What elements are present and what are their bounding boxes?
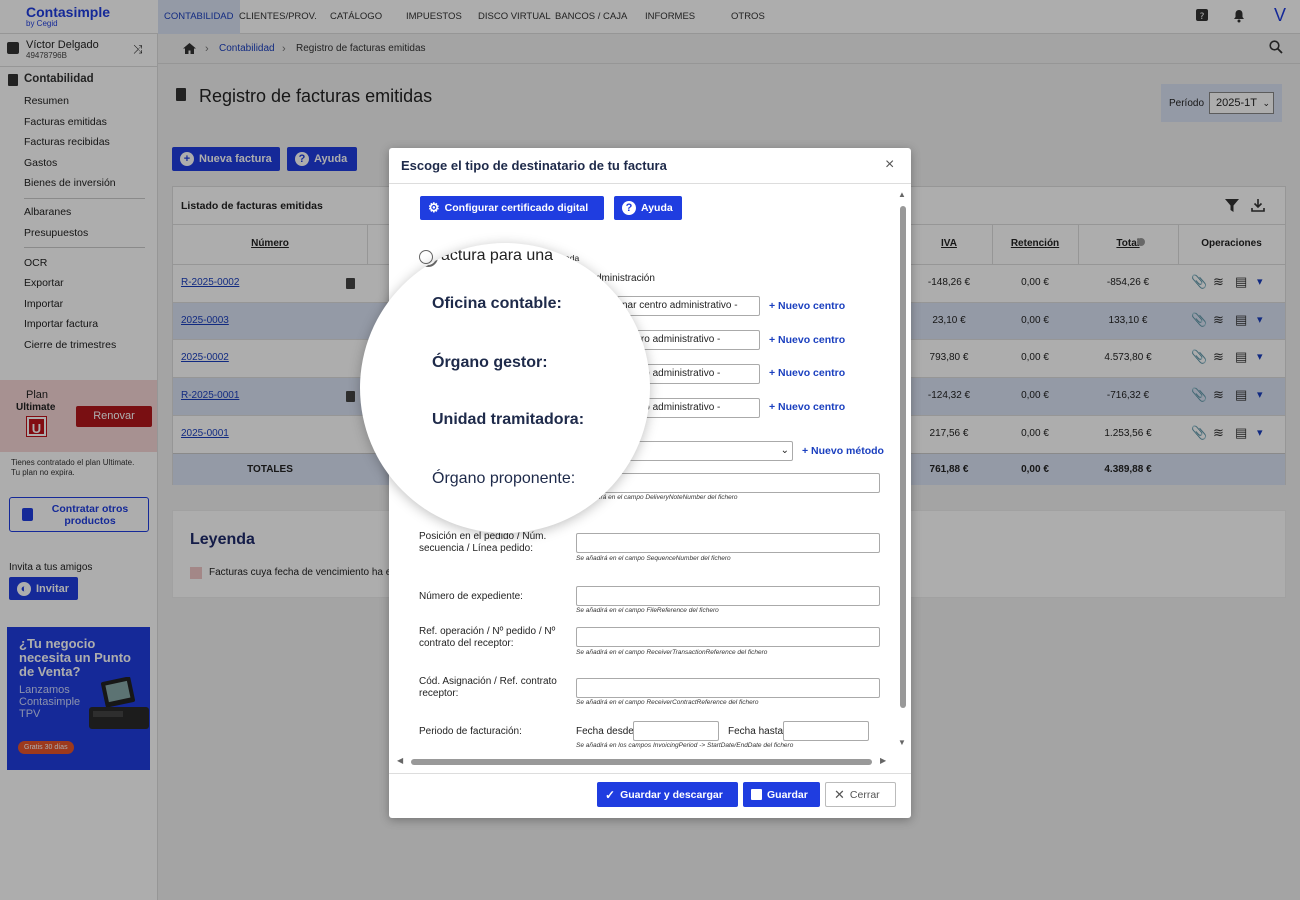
hint-transaction: Se añadirá en el campo ReceiverTransacti…	[576, 649, 768, 656]
check-icon: ✓	[605, 787, 616, 802]
hint-period: Se añadirá en los campos InvoicingPeriod…	[576, 742, 794, 749]
close-x-icon: ✕	[834, 786, 845, 802]
hint-file: Se añadirá en el campo FileReference del…	[576, 607, 719, 614]
question-icon: ?	[622, 201, 636, 215]
cod-asignacion-label-1: Cód. Asignación / Ref. contrato	[419, 676, 557, 687]
save-button[interactable]: Guardar	[743, 782, 820, 807]
gear-icon: ⚙	[428, 200, 440, 215]
modal-title: Escoge el tipo de destinatario de tu fac…	[401, 158, 667, 173]
configure-certificate-label: Configurar certificado digital	[444, 202, 589, 214]
chevron-down-icon: ⌄	[780, 445, 789, 456]
hint-sequence: Se añadirá en el campo SequenceNumber de…	[576, 555, 731, 562]
contract-reference-input[interactable]	[576, 678, 880, 698]
vertical-scrollbar[interactable]	[900, 206, 906, 708]
payment-method-select[interactable]: ⌄	[617, 441, 793, 461]
date-from-label: Fecha desde:	[576, 726, 637, 737]
position-label-1: Posición en el pedido / Núm.	[419, 531, 547, 542]
new-center-button-1[interactable]: + Nuevo centro	[769, 300, 845, 312]
file-reference-input[interactable]	[576, 586, 880, 606]
divider	[389, 183, 911, 184]
billing-period-label: Periodo de facturación:	[419, 726, 522, 737]
new-center-button-4[interactable]: + Nuevo centro	[769, 401, 845, 413]
date-from-input[interactable]	[633, 721, 719, 741]
expediente-label: Número de expediente:	[419, 591, 523, 602]
save-download-button[interactable]: ✓ Guardar y descargar	[597, 782, 738, 807]
save-download-label: Guardar y descargar	[620, 788, 723, 801]
floppy-icon	[751, 789, 762, 800]
new-center-button-2[interactable]: + Nuevo centro	[769, 334, 845, 346]
close-button[interactable]: ✕ Cerrar	[825, 782, 896, 807]
hint-contract: Se añadirá en el campo ReceiverContractR…	[576, 699, 759, 706]
modal-help-button[interactable]: ? Ayuda	[614, 196, 682, 220]
horizontal-scrollbar[interactable]	[411, 759, 872, 765]
oficina-contable-value: nar centro administrativo -	[622, 300, 738, 311]
transaction-reference-input[interactable]	[576, 627, 880, 647]
scroll-right-icon[interactable]: ▶	[880, 756, 886, 765]
close-icon[interactable]: ×	[885, 156, 894, 174]
magnified-radio-label: actura para una	[441, 247, 554, 264]
delivery-note-input[interactable]	[576, 473, 880, 493]
magnified-radio	[418, 247, 438, 267]
position-label-2: secuencia / Línea pedido:	[419, 543, 533, 554]
modal-help-label: Ayuda	[641, 202, 673, 214]
magnified-unidad-tramitadora: Unidad tramitadora:	[432, 411, 585, 428]
divider	[389, 773, 911, 774]
close-label: Cerrar	[849, 788, 880, 801]
date-to-input[interactable]	[783, 721, 869, 741]
new-center-button-3[interactable]: + Nuevo centro	[769, 367, 845, 379]
scroll-down-icon[interactable]: ▼	[898, 738, 906, 747]
cod-asignacion-label-2: receptor:	[419, 688, 459, 699]
scroll-left-icon[interactable]: ◀	[397, 756, 403, 765]
magnified-organo-gestor: Órgano gestor:	[432, 354, 548, 371]
magnified-oficina-contable: Oficina contable:	[432, 295, 562, 312]
save-label: Guardar	[767, 788, 808, 801]
ref-operation-label-2: contrato del receptor:	[419, 638, 514, 649]
ref-operation-label-1: Ref. operación / Nº pedido / Nº	[419, 626, 556, 637]
scroll-up-icon[interactable]: ▲	[898, 190, 906, 199]
magnifier-callout: actura para una Oficina contable: Órgano…	[360, 243, 650, 533]
magnified-organo-proponente: Órgano proponente:	[432, 470, 576, 487]
date-to-label: Fecha hasta:	[728, 726, 786, 737]
oficina-contable-select[interactable]: nar centro administrativo -	[617, 296, 760, 316]
new-method-button[interactable]: + Nuevo método	[802, 445, 884, 457]
configure-certificate-button[interactable]: ⚙ Configurar certificado digital	[420, 196, 604, 220]
sequence-number-input[interactable]	[576, 533, 880, 553]
